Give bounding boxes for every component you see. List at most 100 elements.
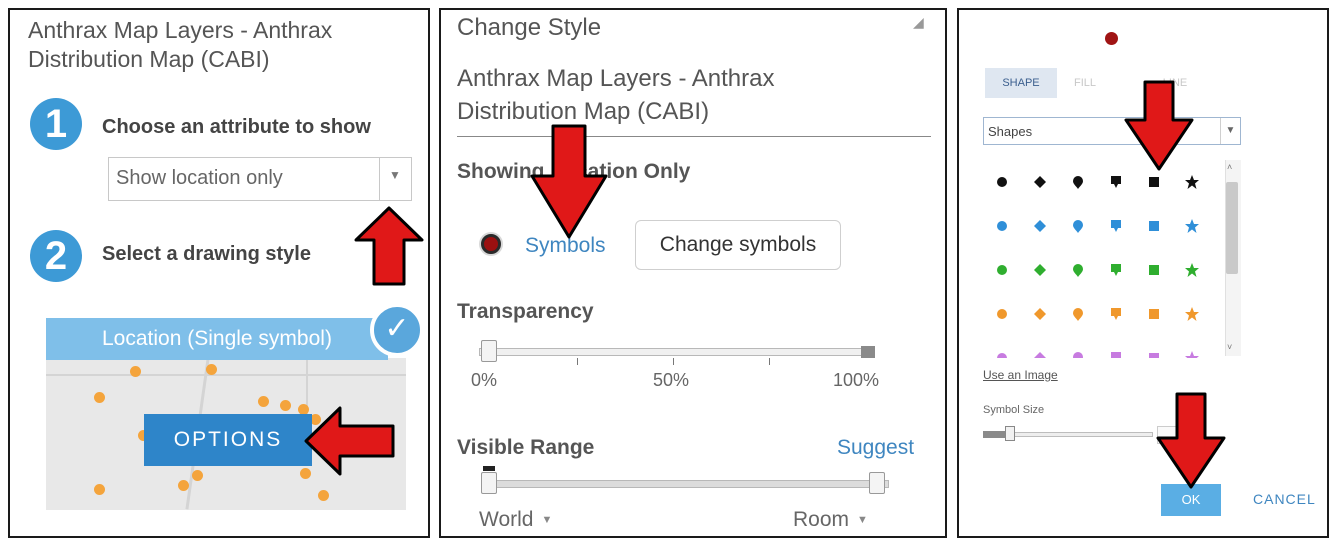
red-arrow-down-annotation xyxy=(530,124,608,239)
range-max-thumb[interactable] xyxy=(869,472,885,494)
step-2-badge: 2 xyxy=(30,230,82,282)
range-min-value: World xyxy=(479,508,534,531)
tab-shape[interactable]: SHAPE xyxy=(985,68,1057,98)
symbol-picker-panel: SHAPE FILL LINE Shapes ▼ ˄ ˅ Use an Imag… xyxy=(957,8,1329,538)
red-arrow-left-annotation xyxy=(304,406,395,476)
map-marker xyxy=(130,366,141,377)
current-symbol-icon xyxy=(1105,32,1118,45)
range-min-select[interactable]: World ▼ xyxy=(479,508,552,532)
star-symbol-icon[interactable] xyxy=(1173,248,1211,292)
map-border-line xyxy=(46,374,406,376)
circle-symbol-icon[interactable] xyxy=(983,248,1021,292)
circle-symbol-icon[interactable] xyxy=(983,292,1021,336)
map-marker xyxy=(258,396,269,407)
diamond-symbol-icon[interactable] xyxy=(1021,248,1059,292)
panel-header: Change Style xyxy=(457,14,602,41)
square-symbol-icon[interactable] xyxy=(1135,248,1173,292)
options-button[interactable]: OPTIONS xyxy=(144,414,312,466)
style-card-label: Location (Single symbol) xyxy=(102,327,332,350)
chevron-down-icon[interactable]: ▼ xyxy=(1220,118,1240,144)
slider-end-cap xyxy=(861,346,875,358)
callout-symbol-icon[interactable] xyxy=(1097,204,1135,248)
symbol-size-slider-thumb[interactable] xyxy=(1005,426,1015,441)
step-1-badge: 1 xyxy=(30,98,82,150)
transparency-label: Transparency xyxy=(457,300,594,323)
change-style-panel: Change Style ◢ Anthrax Map Layers - Anth… xyxy=(439,8,947,538)
symbol-size-label: Symbol Size xyxy=(983,404,1045,416)
scrollbar-thumb[interactable] xyxy=(1226,182,1238,274)
circle-symbol-icon[interactable] xyxy=(983,336,1021,358)
map-marker xyxy=(178,480,189,491)
pin-symbol-icon[interactable] xyxy=(1059,336,1097,358)
range-min-thumb[interactable] xyxy=(481,472,497,494)
circle-symbol-icon[interactable] xyxy=(983,204,1021,248)
tab-fill[interactable]: FILL xyxy=(1065,68,1105,98)
layer-title: Anthrax Map Layers - Anthrax Distributio… xyxy=(457,65,775,125)
step-2-label: Select a drawing style xyxy=(102,243,311,265)
map-marker xyxy=(192,470,203,481)
cancel-button[interactable]: CANCEL xyxy=(1253,491,1316,507)
square-symbol-icon[interactable] xyxy=(1135,336,1173,358)
map-marker xyxy=(206,364,217,375)
star-symbol-icon[interactable] xyxy=(1173,204,1211,248)
square-symbol-icon[interactable] xyxy=(1135,204,1173,248)
star-symbol-icon[interactable] xyxy=(1173,336,1211,358)
layer-title: Anthrax Map Layers - Anthrax Distributio… xyxy=(28,17,333,72)
callout-symbol-icon[interactable] xyxy=(1097,248,1135,292)
range-marker xyxy=(483,466,495,471)
red-arrow-down-annotation xyxy=(1156,392,1226,489)
range-max-select[interactable]: Room ▼ xyxy=(793,508,868,532)
map-marker xyxy=(94,392,105,403)
diamond-symbol-icon[interactable] xyxy=(1021,204,1059,248)
diamond-symbol-icon[interactable] xyxy=(1021,160,1059,204)
location-style-card[interactable]: Location (Single symbol) xyxy=(46,318,388,360)
select-divider xyxy=(379,158,380,200)
pin-symbol-icon[interactable] xyxy=(1059,292,1097,336)
attribute-select[interactable]: Show location only ▼ xyxy=(108,157,412,201)
transparency-tick-label: 0% xyxy=(471,370,498,390)
red-arrow-up-annotation xyxy=(354,206,424,286)
choose-attribute-panel: Anthrax Map Layers - Anthrax Distributio… xyxy=(8,8,430,538)
suggest-link[interactable]: Suggest xyxy=(837,436,914,460)
slider-fill xyxy=(983,431,1007,438)
map-marker xyxy=(94,484,105,495)
change-symbols-button[interactable]: Change symbols xyxy=(635,220,841,270)
symbol-preview-icon xyxy=(481,234,501,254)
visible-range-slider-track[interactable] xyxy=(481,480,889,488)
symbol-grid xyxy=(983,160,1233,358)
chevron-down-icon[interactable]: ▼ xyxy=(389,168,401,182)
callout-symbol-icon[interactable] xyxy=(1097,336,1135,358)
chevron-down-icon: ▼ xyxy=(857,514,868,527)
circle-symbol-icon[interactable] xyxy=(983,160,1021,204)
use-image-link[interactable]: Use an Image xyxy=(983,368,1058,382)
chevron-up-icon[interactable]: ˄ xyxy=(1227,162,1232,172)
checkmark-icon: ✓ xyxy=(370,303,424,357)
collapse-icon[interactable]: ◢ xyxy=(913,14,924,31)
pin-symbol-icon[interactable] xyxy=(1059,248,1097,292)
map-marker xyxy=(318,490,329,501)
slider-tick xyxy=(577,358,578,365)
square-symbol-icon[interactable] xyxy=(1135,292,1173,336)
transparency-slider-thumb[interactable] xyxy=(481,340,497,362)
shape-category-value: Shapes xyxy=(988,124,1033,139)
chevron-down-icon[interactable]: ˅ xyxy=(1227,342,1232,352)
callout-symbol-icon[interactable] xyxy=(1097,292,1135,336)
transparency-slider-track[interactable] xyxy=(479,348,873,356)
slider-tick xyxy=(673,358,674,365)
diamond-symbol-icon[interactable] xyxy=(1021,336,1059,358)
range-max-value: Room xyxy=(793,508,850,531)
transparency-tick-label: 100% xyxy=(833,370,880,390)
shape-category-select[interactable]: Shapes ▼ xyxy=(983,117,1241,145)
slider-tick xyxy=(769,358,770,365)
map-marker xyxy=(280,400,291,411)
step-1-label: Choose an attribute to show xyxy=(102,116,371,138)
diamond-symbol-icon[interactable] xyxy=(1021,292,1059,336)
visible-range-label: Visible Range xyxy=(457,436,595,459)
attribute-select-value: Show location only xyxy=(116,167,283,189)
star-symbol-icon[interactable] xyxy=(1173,292,1211,336)
pin-symbol-icon[interactable] xyxy=(1059,160,1097,204)
chevron-down-icon: ▼ xyxy=(541,514,553,527)
pin-symbol-icon[interactable] xyxy=(1059,204,1097,248)
transparency-tick-label: 50% xyxy=(653,370,690,390)
red-arrow-down-annotation xyxy=(1124,80,1194,171)
